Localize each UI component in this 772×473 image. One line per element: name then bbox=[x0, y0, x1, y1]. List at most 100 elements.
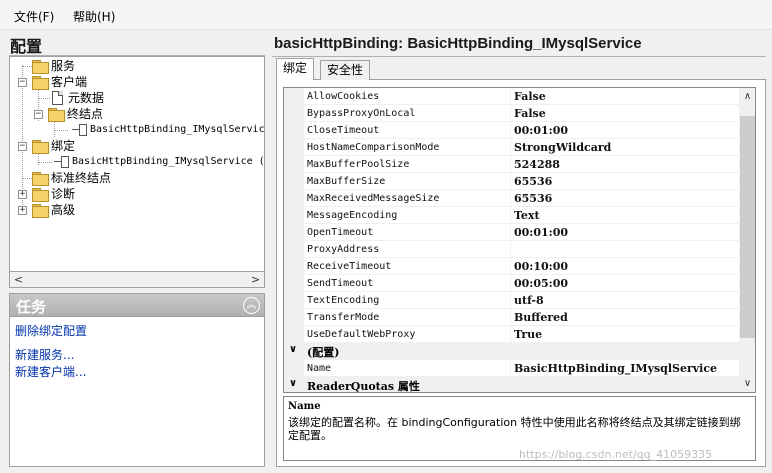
property-row[interactable]: HostNameComparisonMode StrongWildcard bbox=[284, 139, 739, 156]
collapse-icon[interactable]: − bbox=[18, 78, 27, 87]
property-row[interactable]: ReceiveTimeout 00:10:00 bbox=[284, 258, 739, 275]
property-row[interactable]: TransferMode Buffered bbox=[284, 309, 739, 326]
tree-item-advanced[interactable]: + 高级 bbox=[10, 202, 264, 218]
property-row[interactable]: UseDefaultWebProxy True bbox=[284, 326, 739, 343]
category-label: (配置) bbox=[307, 346, 340, 359]
tree-item-bindings[interactable]: − 绑定 bbox=[10, 138, 264, 154]
tree-item-label: 高级 bbox=[51, 203, 76, 217]
property-grid: AllowCookies False BypassProxyOnLocal Fa… bbox=[283, 87, 756, 393]
property-value[interactable]: False bbox=[514, 89, 546, 104]
tree-item-diagnostics[interactable]: + 诊断 bbox=[10, 186, 264, 202]
row-gutter bbox=[284, 326, 304, 343]
category-label: ReaderQuotas 属性 bbox=[307, 380, 420, 393]
property-row[interactable]: TextEncoding utf-8 bbox=[284, 292, 739, 309]
expand-icon[interactable]: + bbox=[18, 190, 27, 199]
property-name: MaxBufferPoolSize bbox=[307, 159, 410, 170]
property-name: BypassProxyOnLocal bbox=[307, 108, 416, 119]
property-row[interactable]: CloseTimeout 00:01:00 bbox=[284, 122, 739, 139]
new-service-link[interactable]: 新建服务... bbox=[15, 346, 74, 363]
row-gutter bbox=[284, 105, 304, 122]
tree-item-label: 绑定 bbox=[51, 139, 76, 153]
property-value[interactable]: 00:10:00 bbox=[514, 259, 568, 274]
tree-item-client[interactable]: − 客户端 bbox=[10, 74, 264, 90]
row-gutter bbox=[284, 190, 304, 207]
property-row[interactable]: MessageEncoding Text bbox=[284, 207, 739, 224]
collapse-icon[interactable]: − bbox=[18, 142, 27, 151]
column-separator bbox=[510, 122, 511, 139]
row-gutter bbox=[284, 224, 304, 241]
property-value[interactable]: 00:01:00 bbox=[514, 225, 568, 240]
divider bbox=[272, 56, 766, 57]
tree-item-label: 标准终结点 bbox=[51, 171, 112, 185]
property-row[interactable]: MaxBufferPoolSize 524288 bbox=[284, 156, 739, 173]
property-value[interactable]: 524288 bbox=[514, 157, 560, 172]
property-value[interactable]: BasicHttpBinding_IMysqlService bbox=[514, 361, 717, 376]
property-value[interactable]: True bbox=[514, 327, 542, 342]
property-value[interactable]: 65536 bbox=[514, 174, 552, 189]
property-row[interactable]: MaxBufferSize 65536 bbox=[284, 173, 739, 190]
property-value[interactable]: StrongWildcard bbox=[514, 140, 611, 155]
property-row[interactable]: AllowCookies False bbox=[284, 88, 739, 105]
property-value[interactable]: 00:01:00 bbox=[514, 123, 568, 138]
property-name: TransferMode bbox=[307, 312, 380, 323]
property-row[interactable]: OpenTimeout 00:01:00 bbox=[284, 224, 739, 241]
tree-item-client-endpoint[interactable]: BasicHttpBinding_IMysqlServic bbox=[10, 122, 264, 138]
property-row[interactable]: SendTimeout 00:05:00 bbox=[284, 275, 739, 292]
collapse-icon[interactable]: − bbox=[34, 110, 43, 119]
tab-security[interactable]: 安全性 bbox=[320, 60, 371, 80]
property-row[interactable]: ProxyAddress bbox=[284, 241, 739, 258]
property-row-name[interactable]: Name BasicHttpBinding_IMysqlService bbox=[284, 360, 739, 377]
row-gutter bbox=[284, 139, 304, 156]
property-name: HostNameComparisonMode bbox=[307, 142, 440, 153]
tasks-title: 任务 bbox=[16, 298, 47, 316]
tree-item-services[interactable]: 服务 bbox=[10, 58, 264, 74]
column-separator bbox=[510, 156, 511, 173]
tree-item-standard-endpoints[interactable]: 标准终结点 bbox=[10, 170, 264, 186]
scroll-down-icon[interactable]: ∨ bbox=[739, 375, 755, 392]
property-value[interactable]: 65536 bbox=[514, 191, 552, 206]
property-value[interactable]: False bbox=[514, 106, 546, 121]
chevron-down-icon[interactable]: ∨ bbox=[289, 344, 297, 355]
property-value[interactable]: utf-8 bbox=[514, 293, 544, 308]
tree-item-binding-config[interactable]: BasicHttpBinding_IMysqlService ( bbox=[10, 154, 264, 170]
menu-file[interactable]: 文件(F) bbox=[14, 8, 54, 25]
collapse-up-icon[interactable]: ︽ bbox=[243, 297, 260, 314]
tree-item-endpoints[interactable]: − 终结点 bbox=[10, 106, 264, 122]
column-separator bbox=[510, 105, 511, 122]
scroll-left-icon[interactable]: < bbox=[10, 272, 27, 287]
delete-binding-config-link[interactable]: 删除绑定配置 bbox=[15, 322, 87, 339]
property-value[interactable]: Text bbox=[514, 208, 540, 223]
scroll-up-icon[interactable]: ∧ bbox=[739, 88, 755, 105]
column-separator bbox=[510, 326, 511, 343]
property-row[interactable]: BypassProxyOnLocal False bbox=[284, 105, 739, 122]
tree-connector bbox=[22, 178, 32, 179]
expand-icon[interactable]: + bbox=[18, 206, 27, 215]
column-separator bbox=[510, 241, 511, 258]
column-separator bbox=[510, 309, 511, 326]
tree-horizontal-scrollbar[interactable]: < > bbox=[9, 271, 265, 288]
category-reader-quotas[interactable]: ∨ ReaderQuotas 属性 bbox=[284, 377, 739, 393]
column-separator bbox=[510, 275, 511, 292]
row-gutter bbox=[284, 241, 304, 258]
document-icon bbox=[52, 91, 63, 105]
category-config[interactable]: ∨ (配置) bbox=[284, 343, 739, 360]
scroll-thumb[interactable] bbox=[740, 116, 755, 338]
menu-help[interactable]: 帮助(H) bbox=[73, 8, 115, 25]
tab-binding[interactable]: 绑定 bbox=[276, 58, 315, 80]
property-grid-scrollbar[interactable]: ∧ ∨ bbox=[739, 88, 755, 392]
new-client-link[interactable]: 新建客户端... bbox=[15, 363, 86, 380]
description-title: Name bbox=[288, 401, 321, 412]
property-row[interactable]: MaxReceivedMessageSize 65536 bbox=[284, 190, 739, 207]
tree-connector bbox=[54, 130, 68, 131]
tree-item-metadata[interactable]: 元数据 bbox=[10, 90, 264, 106]
property-name: Name bbox=[307, 363, 332, 374]
property-value[interactable]: 00:05:00 bbox=[514, 276, 568, 291]
row-gutter bbox=[284, 309, 304, 326]
folder-icon bbox=[32, 140, 49, 154]
folder-icon bbox=[32, 60, 49, 74]
scroll-right-icon[interactable]: > bbox=[247, 272, 264, 287]
row-gutter bbox=[284, 360, 304, 377]
property-value[interactable]: Buffered bbox=[514, 310, 568, 325]
row-gutter bbox=[284, 122, 304, 139]
chevron-down-icon[interactable]: ∨ bbox=[289, 378, 297, 389]
